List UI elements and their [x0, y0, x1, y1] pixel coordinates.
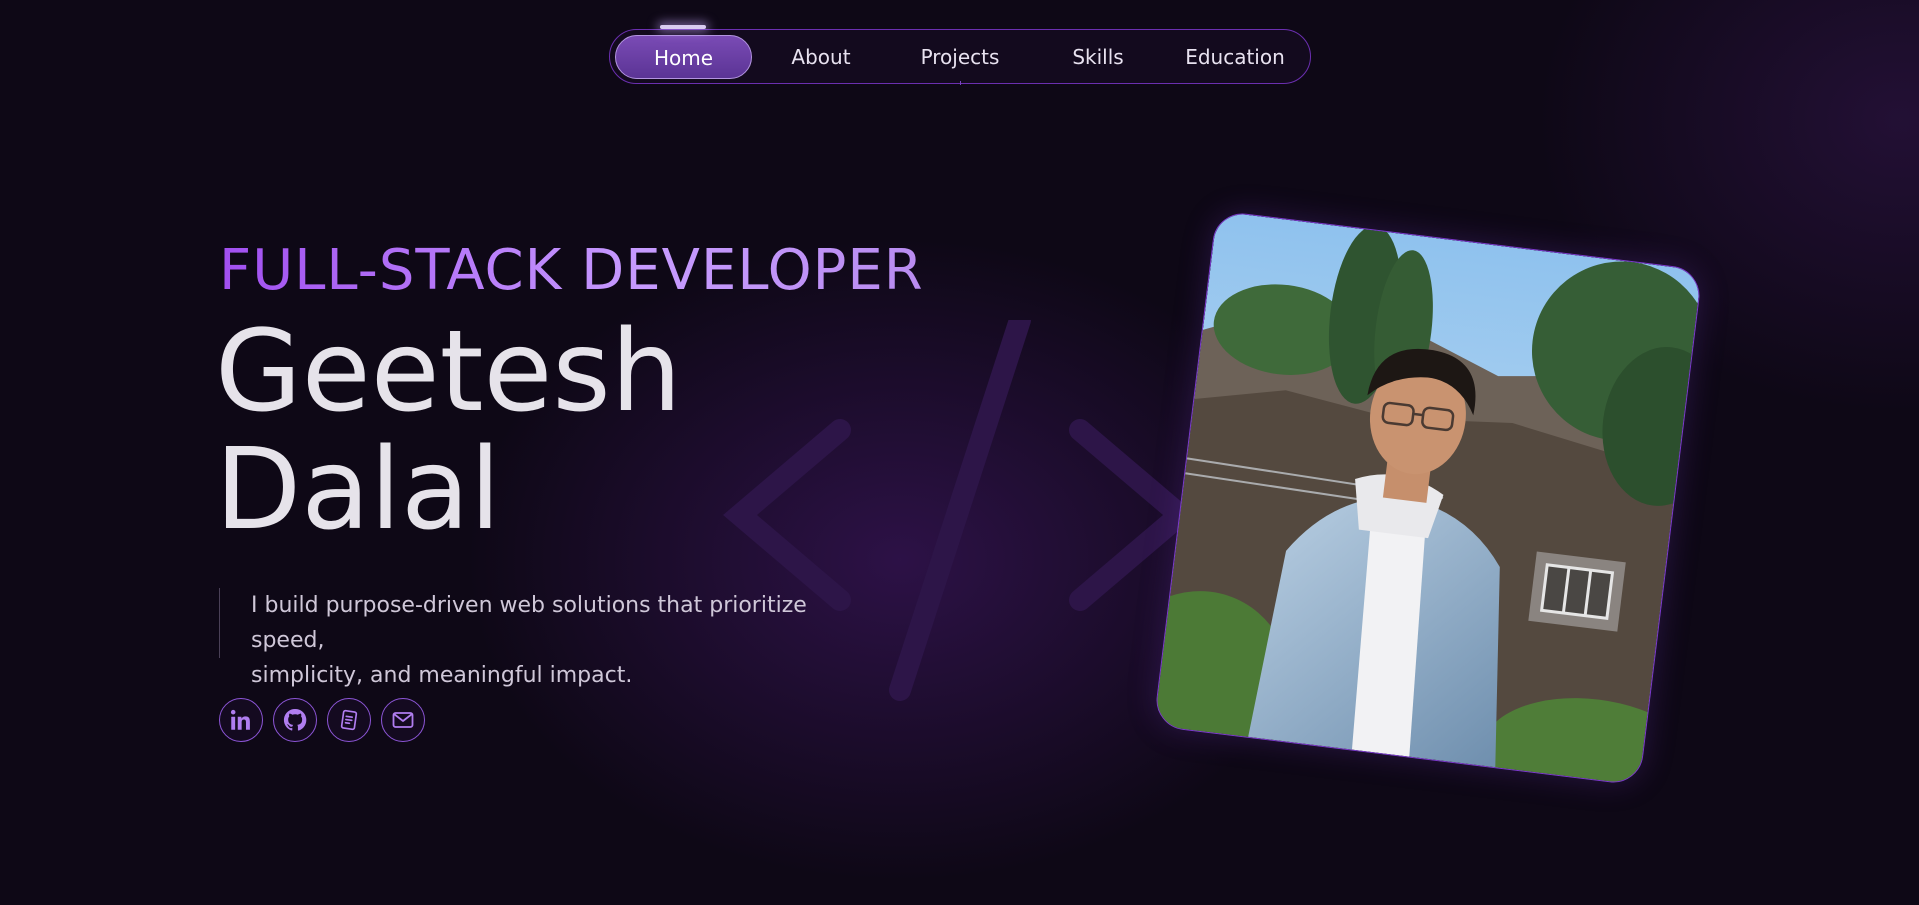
nav-about[interactable]: About: [752, 35, 890, 79]
nav-home[interactable]: Home: [615, 34, 752, 79]
github-link[interactable]: [273, 698, 317, 742]
nav-hover-tick: [960, 81, 961, 85]
tagline: I build purpose-driven web solutions tha…: [219, 588, 859, 688]
first-name: Geetesh: [215, 307, 682, 437]
mail-icon: [392, 712, 414, 728]
resume-icon: [340, 709, 358, 731]
last-name: Dalal: [215, 425, 501, 555]
social-links: [219, 698, 425, 742]
role-title: FULL-STACK DEVELOPER: [219, 238, 924, 303]
linkedin-icon: [230, 709, 250, 730]
tagline-line-2: simplicity, and meaningful impact.: [251, 663, 633, 688]
linkedin-link[interactable]: [219, 698, 263, 742]
portfolio-page: Home About Projects Skills Education FUL…: [0, 0, 1919, 905]
profile-photo: [1153, 210, 1703, 786]
photo-illustration: [1153, 211, 1703, 786]
nav-skills[interactable]: Skills: [1030, 35, 1166, 79]
nav-active-indicator: [660, 25, 706, 29]
nav-projects[interactable]: Projects: [890, 35, 1030, 79]
tagline-line-1: I build purpose-driven web solutions tha…: [251, 593, 807, 653]
resume-link[interactable]: [327, 698, 371, 742]
profile-photo-frame: [1153, 210, 1703, 786]
nav-education[interactable]: Education: [1166, 35, 1304, 79]
top-navigation: Home About Projects Skills Education: [609, 25, 1311, 85]
person-name: Geetesh Dalal: [215, 313, 682, 549]
email-link[interactable]: [381, 698, 425, 742]
github-icon: [283, 708, 307, 731]
